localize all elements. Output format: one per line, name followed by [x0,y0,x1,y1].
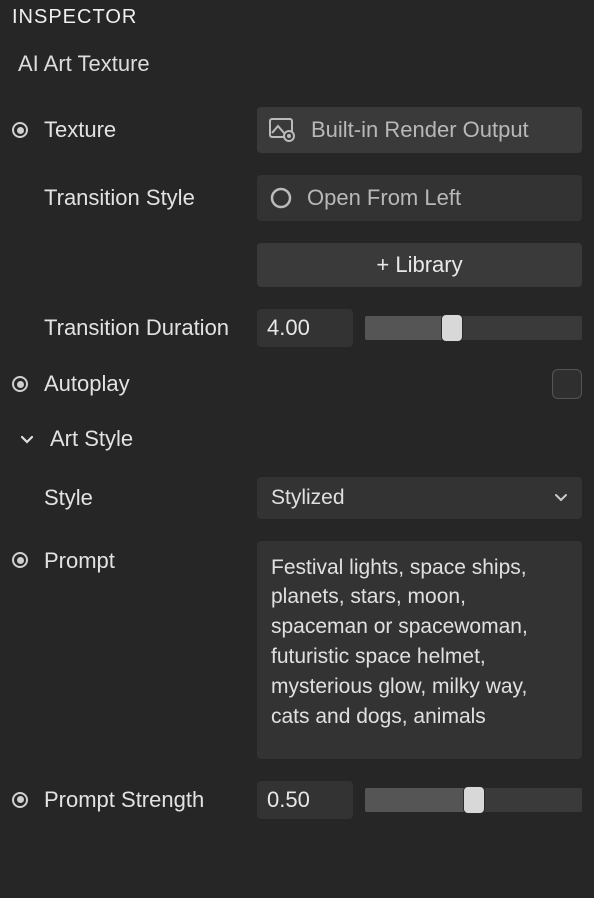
panel-subtitle: AI Art Texture [12,51,582,107]
transition-duration-slider[interactable] [365,316,582,340]
library-button[interactable]: + Library [257,243,582,287]
radio-prompt[interactable] [12,552,28,568]
style-value: Stylized [271,486,345,510]
label-prompt: Prompt [44,547,115,575]
panel-title: INSPECTOR [12,0,582,51]
slider-fill [365,788,474,812]
chevron-down-icon [18,430,36,448]
transition-style-field[interactable]: Open From Left [257,175,582,221]
row-prompt-strength: Prompt Strength 0.50 [12,781,582,819]
label-texture: Texture [44,116,116,144]
section-art-style[interactable]: Art Style [12,421,582,477]
circle-icon [269,186,293,210]
slider-thumb[interactable] [441,314,463,342]
prompt-textarea[interactable]: Festival lights, space ships, planets, s… [257,541,582,759]
radio-texture[interactable] [12,122,28,138]
row-texture: Texture Built-in Render Output [12,107,582,153]
label-art-style: Art Style [50,425,133,453]
label-prompt-strength: Prompt Strength [44,786,204,814]
transition-duration-input[interactable]: 4.00 [257,309,353,347]
row-autoplay: Autoplay [12,369,582,399]
transition-style-value: Open From Left [307,185,461,211]
autoplay-checkbox[interactable] [552,369,582,399]
chevron-down-icon [554,486,568,510]
prompt-strength-input[interactable]: 0.50 [257,781,353,819]
row-library: + Library [12,243,582,287]
prompt-strength-slider[interactable] [365,788,582,812]
row-prompt: Prompt Festival lights, space ships, pla… [12,541,582,759]
label-autoplay: Autoplay [44,370,130,398]
slider-fill [365,316,452,340]
row-style: Style Stylized [12,477,582,519]
texture-field[interactable]: Built-in Render Output [257,107,582,153]
label-style: Style [44,484,93,512]
row-transition-style: Transition Style Open From Left [12,175,582,221]
radio-prompt-strength[interactable] [12,792,28,808]
texture-value: Built-in Render Output [311,117,529,143]
label-transition-style: Transition Style [44,184,195,212]
image-icon [269,118,297,142]
slider-thumb[interactable] [463,786,485,814]
row-transition-duration: Transition Duration 4.00 [12,309,582,347]
style-select[interactable]: Stylized [257,477,582,519]
radio-autoplay[interactable] [12,376,28,392]
label-transition-duration: Transition Duration [44,314,229,342]
inspector-panel: INSPECTOR AI Art Texture Texture Built-i [0,0,594,831]
